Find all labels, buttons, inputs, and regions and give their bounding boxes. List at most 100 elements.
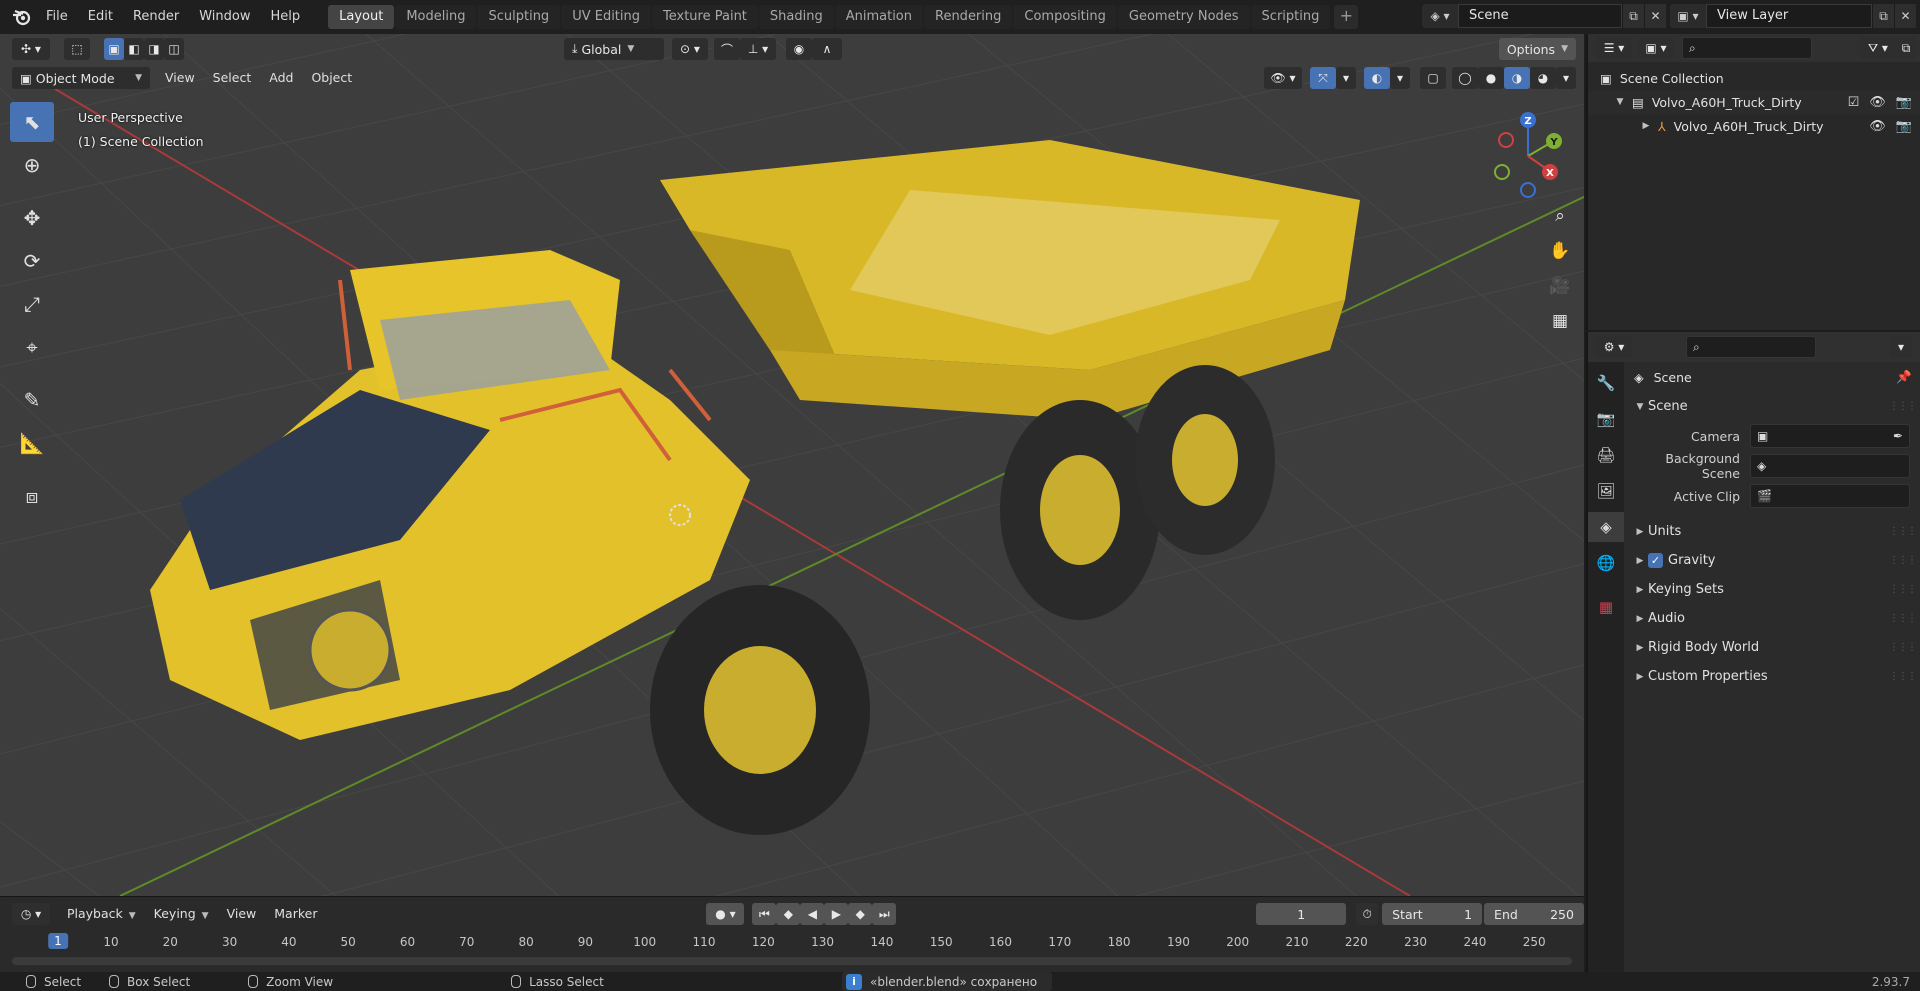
menu-keying[interactable]: Keying ▼	[145, 903, 218, 925]
delete-view-layer-icon[interactable]: ✕	[1894, 4, 1916, 28]
add-cube-tool-icon[interactable]: ⧈	[10, 476, 54, 516]
scene-panel-header[interactable]: ▼ Scene ⋮⋮⋮	[1626, 392, 1920, 421]
snap-target-icon[interactable]: ⊥ ▾	[740, 38, 776, 60]
menu-object[interactable]: Object	[302, 67, 361, 89]
gizmo-toggle-icon[interactable]: ⤧	[1310, 67, 1336, 89]
zoom-icon[interactable]: ⌕	[1544, 200, 1576, 232]
active-clip-field[interactable]: 🎬	[1750, 484, 1910, 508]
exclude-checkbox-icon[interactable]: ☑	[1848, 95, 1860, 110]
view-layer-icon[interactable]: ▣ ▾	[1670, 4, 1706, 28]
xray-icon[interactable]: ▢	[1420, 67, 1446, 89]
camera-icon[interactable]: 📷	[1896, 95, 1912, 110]
rendered-shading-icon[interactable]: ◕	[1530, 67, 1556, 89]
editor-type-icon[interactable]: ✣ ▾	[12, 38, 50, 60]
tab-rendering[interactable]: Rendering	[924, 5, 1013, 29]
snap-icon[interactable]: ⌒	[714, 38, 740, 60]
move-tool-icon[interactable]: ✥	[10, 198, 54, 238]
outliner-row-object[interactable]: ▶ ⅄ Volvo_A60H_Truck_Dirty 👁 📷	[1588, 114, 1920, 138]
tab-layout[interactable]: Layout	[328, 5, 395, 29]
proportional-edit-icon[interactable]: ◉	[786, 38, 812, 60]
select-new-icon[interactable]: ▣	[104, 38, 124, 60]
stopwatch-icon[interactable]: ⏱	[1356, 903, 1379, 925]
filter-icon[interactable]: ⛛ ▾	[1860, 37, 1896, 59]
overlays-dropdown-icon[interactable]: ▾	[1390, 67, 1410, 89]
background-scene-field[interactable]: ◈	[1750, 454, 1910, 478]
timeline-ruler[interactable]: 1 10 20 30 40 50 60 70 80 90 100 110 120 130 140 150 160…	[0, 931, 1584, 955]
wireframe-shading-icon[interactable]: ◯	[1452, 67, 1478, 89]
material-shading-icon[interactable]: ◑	[1504, 67, 1530, 89]
annotate-tool-icon[interactable]: ✎	[10, 380, 54, 420]
expand-icon[interactable]: ▼	[1612, 97, 1628, 107]
menu-timeline-view[interactable]: View	[218, 903, 266, 925]
menu-window[interactable]: Window	[189, 5, 260, 29]
properties-editor-type-icon[interactable]: ⚙ ▾	[1596, 336, 1632, 358]
camera-view-icon[interactable]: 🎥	[1544, 270, 1576, 302]
audio-panel-header[interactable]: ▶ Audio ⋮⋮⋮	[1626, 604, 1920, 633]
delete-scene-icon[interactable]: ✕	[1644, 4, 1666, 28]
transform-tool-icon[interactable]: ⌖	[10, 327, 54, 367]
outliner-editor-type-icon[interactable]: ☰ ▾	[1596, 37, 1632, 59]
gizmo-dropdown-icon[interactable]: ▾	[1336, 67, 1356, 89]
solid-shading-icon[interactable]: ●	[1478, 67, 1504, 89]
ortho-grid-icon[interactable]: ▦	[1544, 305, 1576, 337]
units-panel-header[interactable]: ▶ Units ⋮⋮⋮	[1626, 517, 1920, 546]
neg-z-axis-handle[interactable]	[1520, 182, 1536, 198]
tab-sculpting[interactable]: Sculpting	[477, 5, 561, 29]
drag-handle-icon[interactable]: ⋮⋮⋮	[1889, 555, 1917, 566]
new-collection-icon[interactable]: ⧉	[1896, 37, 1916, 59]
drag-handle-icon[interactable]: ⋮⋮⋮	[1889, 642, 1917, 653]
gravity-checkbox[interactable]: ✓	[1648, 553, 1663, 568]
menu-file[interactable]: File	[36, 5, 78, 29]
menu-edit[interactable]: Edit	[78, 5, 123, 29]
camera-icon[interactable]: 📷	[1896, 119, 1912, 134]
pin-icon[interactable]: 📌	[1896, 369, 1912, 385]
cursor-tool-icon[interactable]: ⊕	[10, 145, 54, 185]
timeline-scrollbar[interactable]	[12, 957, 1572, 965]
eye-icon[interactable]: 👁	[1869, 119, 1886, 134]
jump-end-icon[interactable]: ⏭	[872, 903, 897, 925]
3d-viewport[interactable]: ✣ ▾ ⬚ ▣ ◧ ◨ ◫ ⤓ Global ▼ ⊙ ▾ ⌒ ⊥ ▾ ◉ ∧ O…	[0, 34, 1584, 896]
tab-geometry-nodes[interactable]: Geometry Nodes	[1117, 5, 1250, 29]
outliner-row-scene-collection[interactable]: ▣ Scene Collection	[1588, 66, 1920, 90]
visibility-icon[interactable]: 👁 ▾	[1264, 67, 1302, 89]
drag-handle-icon[interactable]: ⋮⋮⋮	[1889, 671, 1917, 682]
render-tab-icon[interactable]: 📷	[1588, 404, 1624, 434]
view-layer-name-field[interactable]: View Layer	[1706, 4, 1872, 28]
select-intersect-icon[interactable]: ◫	[164, 38, 184, 60]
measure-tool-icon[interactable]: 📐	[10, 423, 54, 463]
outliner-search-input[interactable]: ⌕	[1682, 37, 1812, 59]
scale-tool-icon[interactable]: ⤢	[10, 284, 54, 324]
tab-shading[interactable]: Shading	[758, 5, 834, 29]
neg-y-axis-handle[interactable]	[1494, 164, 1510, 180]
blender-logo-icon[interactable]	[8, 3, 36, 31]
camera-field[interactable]: ▣ ✒	[1750, 424, 1910, 448]
next-keyframe-icon[interactable]: ◆	[848, 903, 873, 925]
menu-help[interactable]: Help	[261, 5, 311, 29]
drag-handle-icon[interactable]: ⋮⋮⋮	[1889, 613, 1917, 624]
drag-handle-icon[interactable]: ⋮⋮⋮	[1889, 401, 1917, 412]
display-mode-icon[interactable]: ▣ ▾	[1638, 37, 1674, 59]
prev-keyframe-icon[interactable]: ◆	[776, 903, 801, 925]
menu-marker[interactable]: Marker	[265, 903, 326, 925]
pivot-point-icon[interactable]: ⊙ ▾	[672, 38, 708, 60]
properties-options-icon[interactable]: ▾	[1890, 336, 1912, 358]
select-subtract-icon[interactable]: ◨	[144, 38, 164, 60]
copy-view-layer-icon[interactable]: ⧉	[1872, 4, 1894, 28]
select-box-tool-icon[interactable]: ⬉	[10, 102, 54, 142]
select-mode-icon[interactable]: ⬚	[64, 38, 90, 60]
drag-handle-icon[interactable]: ⋮⋮⋮	[1889, 526, 1917, 537]
tab-compositing[interactable]: Compositing	[1013, 5, 1117, 29]
copy-scene-icon[interactable]: ⧉	[1622, 4, 1644, 28]
navigation-gizmo[interactable]: Z Y X	[1488, 108, 1568, 198]
eyedropper-icon[interactable]: ✒	[1893, 429, 1903, 443]
tab-animation[interactable]: Animation	[834, 5, 923, 29]
menu-view[interactable]: View	[156, 67, 204, 89]
menu-add[interactable]: Add	[260, 67, 302, 89]
truck-model[interactable]	[150, 120, 1380, 840]
eye-icon[interactable]: 👁	[1869, 95, 1886, 110]
add-workspace-button[interactable]: +	[1334, 5, 1359, 29]
scene-name-field[interactable]: Scene	[1458, 4, 1622, 28]
texture-tab-icon[interactable]: ▦	[1588, 592, 1624, 622]
properties-search-input[interactable]: ⌕	[1686, 336, 1816, 358]
rotate-tool-icon[interactable]: ⟳	[10, 241, 54, 281]
